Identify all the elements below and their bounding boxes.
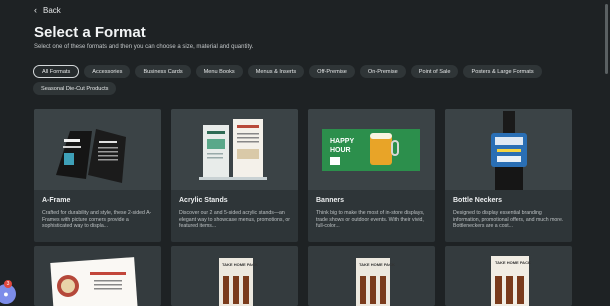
- a-frame-image: [34, 109, 161, 190]
- card-title: Acrylic Stands: [179, 197, 228, 204]
- filter-chip-off-premise[interactable]: Off-Premise: [309, 65, 355, 78]
- card-description: Designed to display essential branding i…: [453, 210, 564, 230]
- filter-chip-accessories[interactable]: Accessories: [84, 65, 131, 78]
- bottle-neckers-image: [445, 109, 572, 190]
- banners-image: HAPPY HOUR: [308, 109, 435, 190]
- page-title: Select a Format: [34, 24, 146, 41]
- page-subtitle: Select one of these formats and then you…: [34, 44, 254, 50]
- acrylic-stands-image: [171, 109, 298, 190]
- format-card-banners[interactable]: HAPPY HOUR Banners Think big to make the…: [308, 109, 435, 242]
- filter-chip-posters-large-formats[interactable]: Posters & Large Formats: [463, 65, 542, 78]
- format-card-take-home-pack-2[interactable]: TAKE HOME PACK: [308, 246, 435, 306]
- page-scrollbar[interactable]: [605, 4, 608, 74]
- filter-chip-menu-books[interactable]: Menu Books: [195, 65, 243, 78]
- format-filter-bar: All Formats Accessories Business Cards M…: [33, 65, 573, 95]
- pack-label: TAKE HOME PACK: [222, 262, 258, 267]
- banner-text-line2: HOUR: [330, 147, 351, 154]
- pack-label: TAKE HOME PACK: [495, 260, 531, 265]
- back-link[interactable]: ‹ Back: [34, 5, 61, 16]
- format-card-business-card[interactable]: [34, 246, 161, 306]
- chevron-left-icon: ‹: [34, 5, 37, 15]
- card-description: Think big to make the most of in-store d…: [316, 210, 425, 230]
- card-description: Crafted for durability and style, these …: [42, 210, 152, 230]
- filter-chip-all-formats[interactable]: All Formats: [33, 65, 80, 78]
- format-card-bottle-neckers[interactable]: Bottle Neckers Designed to display essen…: [445, 109, 572, 242]
- card-title: Banners: [316, 197, 345, 204]
- card-description: Discover our 2 and 5-sided acrylic stand…: [179, 210, 291, 230]
- banner-text-line1: HAPPY: [330, 138, 354, 145]
- filter-chip-menus-inserts[interactable]: Menus & Inserts: [247, 65, 305, 78]
- format-card-take-home-pack-3[interactable]: TAKE HOME PACK: [445, 246, 572, 306]
- format-card-a-frame[interactable]: A-Frame Crafted for durability and style…: [34, 109, 161, 242]
- filter-chip-point-of-sale[interactable]: Point of Sale: [410, 65, 459, 78]
- notification-badge: 3: [4, 280, 12, 288]
- filter-chip-seasonal-die-cut[interactable]: Seasonal Die-Cut Products: [33, 82, 117, 95]
- back-label: Back: [43, 6, 61, 15]
- card-title: A-Frame: [42, 197, 71, 204]
- pack-label: TAKE HOME PACK: [359, 262, 395, 267]
- filter-chip-on-premise[interactable]: On-Premise: [359, 65, 406, 78]
- format-card-acrylic-stands[interactable]: Acrylic Stands Discover our 2 and 5-side…: [171, 109, 298, 242]
- format-card-take-home-pack-1[interactable]: TAKE HOME PACK: [171, 246, 298, 306]
- filter-chip-business-cards[interactable]: Business Cards: [135, 65, 191, 78]
- card-title: Bottle Neckers: [453, 197, 503, 204]
